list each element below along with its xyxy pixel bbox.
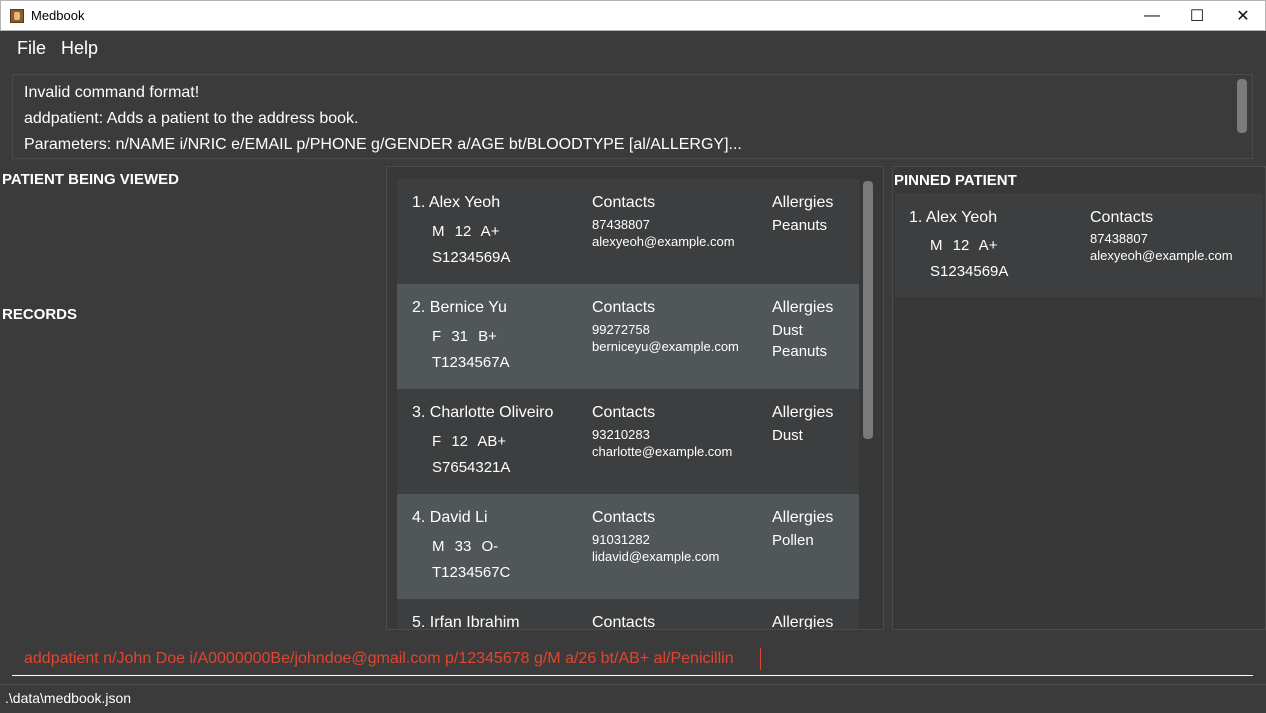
- patient-gender-age-blood: F 12 AB+: [432, 433, 507, 450]
- allergy-item: Peanuts: [772, 343, 828, 360]
- pinned-patient-card[interactable]: 1. Alex Yeoh M 12 A+ S1234569A Contacts …: [895, 193, 1263, 297]
- patient-name: 3. Charlotte Oliveiro: [412, 404, 554, 421]
- patient-gender-age-blood: F 31 B+: [432, 328, 497, 345]
- menu-file[interactable]: File: [17, 38, 46, 59]
- pinned-patient-label: PINNED PATIENT: [894, 172, 1017, 189]
- patient-nric: S1234569A: [432, 249, 511, 266]
- allergies-heading: Allergies: [772, 299, 834, 316]
- patient-email: alexyeoh@example.com: [1090, 248, 1233, 263]
- contacts-heading: Contacts: [592, 614, 656, 630]
- patient-nric: S1234569A: [930, 263, 1009, 280]
- allergies-heading: Allergies: [772, 509, 834, 526]
- contacts-heading: Contacts: [1090, 209, 1154, 226]
- patient-view-pane: PATIENT BEING VIEWED RECORDS: [0, 166, 378, 630]
- patient-phone: 91031282: [592, 532, 650, 547]
- allergy-item: Pollen: [772, 532, 814, 549]
- app-icon: [10, 9, 24, 23]
- patient-name: 1. Alex Yeoh: [909, 209, 998, 226]
- patient-email: berniceyu@example.com: [592, 339, 739, 354]
- command-box: [0, 631, 1266, 684]
- patient-phone: 87438807: [1090, 231, 1148, 246]
- allergy-item: Peanuts: [772, 217, 828, 234]
- patient-nric: S7654321A: [432, 459, 511, 476]
- records-label: RECORDS: [2, 306, 78, 323]
- patient-list-scrollbar[interactable]: [863, 181, 873, 439]
- patient-phone: 93210283: [592, 427, 650, 442]
- patient-phone: 87438807: [592, 217, 650, 232]
- patient-gender-age-blood: M 33 O-: [432, 538, 499, 555]
- contacts-heading: Contacts: [592, 404, 656, 421]
- patient-gender-age-blood: M 12 A+: [930, 237, 998, 254]
- status-bar: .\data\medbook.json: [0, 684, 1266, 713]
- patient-email: charlotte@example.com: [592, 444, 733, 459]
- close-button[interactable]: ✕: [1220, 1, 1266, 31]
- allergy-item: Dust: [772, 322, 803, 339]
- result-line: addpatient: Adds a patient to the addres…: [24, 110, 359, 127]
- data-file-path: .\data\medbook.json: [5, 690, 132, 706]
- patient-name: 4. David Li: [412, 509, 488, 526]
- patient-name: 1. Alex Yeoh: [412, 194, 501, 211]
- allergy-item: Dust: [772, 427, 803, 444]
- patient-card[interactable]: 1. Alex Yeoh M 12 A+ S1234569A Contacts …: [397, 179, 859, 284]
- result-line: Parameters: n/NAME i/NRIC e/EMAIL p/PHON…: [24, 136, 742, 153]
- minimize-button[interactable]: —: [1129, 1, 1175, 31]
- allergies-heading: Allergies: [772, 194, 834, 211]
- allergies-heading: Allergies: [772, 614, 834, 630]
- patient-list[interactable]: 1. Alex Yeoh M 12 A+ S1234569A Contacts …: [386, 166, 884, 630]
- maximize-button[interactable]: ☐: [1174, 1, 1220, 31]
- allergies-heading: Allergies: [772, 404, 834, 421]
- result-scrollbar[interactable]: [1237, 79, 1247, 133]
- menu-bar: File Help: [0, 31, 1266, 66]
- patient-email: alexyeoh@example.com: [592, 234, 735, 249]
- result-line: Invalid command format!: [24, 84, 200, 101]
- window-title: Medbook: [31, 8, 85, 23]
- patient-email: lidavid@example.com: [592, 549, 720, 564]
- patient-nric: T1234567C: [432, 564, 511, 581]
- patient-nric: T1234567A: [432, 354, 510, 371]
- patient-name: 5. Irfan Ibrahim: [412, 614, 520, 630]
- patient-card[interactable]: 5. Irfan Ibrahim Contacts Allergies: [397, 599, 859, 630]
- contacts-heading: Contacts: [592, 509, 656, 526]
- patient-gender-age-blood: M 12 A+: [432, 223, 500, 240]
- contacts-heading: Contacts: [592, 299, 656, 316]
- patient-being-viewed-label: PATIENT BEING VIEWED: [2, 171, 179, 188]
- command-input[interactable]: [12, 642, 1253, 676]
- title-bar: Medbook — ☐ ✕: [0, 0, 1266, 31]
- menu-help[interactable]: Help: [61, 38, 98, 59]
- patient-phone: 99272758: [592, 322, 650, 337]
- result-display[interactable]: Invalid command format! addpatient: Adds…: [12, 74, 1253, 159]
- contacts-heading: Contacts: [592, 194, 656, 211]
- patient-card[interactable]: 3. Charlotte Oliveiro F 12 AB+ S7654321A…: [397, 389, 859, 494]
- text-cursor: [760, 648, 761, 670]
- patient-name: 2. Bernice Yu: [412, 299, 507, 316]
- pinned-patient-pane: PINNED PATIENT 1. Alex Yeoh M 12 A+ S123…: [892, 166, 1266, 630]
- patient-card[interactable]: 2. Bernice Yu F 31 B+ T1234567A Contacts…: [397, 284, 859, 389]
- patient-card[interactable]: 4. David Li M 33 O- T1234567C Contacts 9…: [397, 494, 859, 599]
